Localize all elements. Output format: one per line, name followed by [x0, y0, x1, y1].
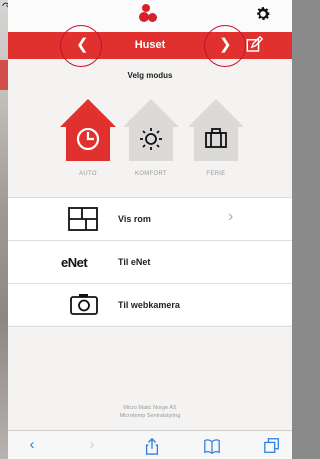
edit-icon[interactable]	[245, 36, 263, 54]
chevron-right-icon: ›	[228, 208, 234, 225]
tabs-icon[interactable]	[262, 437, 282, 455]
menu-list: Vis rom › eNet Til eNet Til webkamera	[8, 197, 292, 327]
forward-icon[interactable]: ›	[82, 437, 102, 455]
brand-logo	[139, 4, 159, 24]
mode-komfort-button[interactable]: KOMFORT	[123, 99, 179, 177]
enet-logo-icon: eNet	[61, 255, 88, 270]
menu-item-webkamera[interactable]: Til webkamera	[8, 284, 292, 326]
top-bar	[8, 0, 292, 32]
back-icon[interactable]: ‹	[22, 437, 42, 455]
menu-item-enet[interactable]: eNet Til eNet	[8, 241, 292, 283]
house-shape	[123, 99, 179, 161]
mode-label: FERIE	[206, 171, 226, 177]
menu-item-vis-rom[interactable]: Vis rom ›	[8, 198, 292, 240]
mode-ferie-button[interactable]: FERIE	[188, 99, 244, 177]
share-icon[interactable]	[142, 437, 162, 455]
bookmarks-icon[interactable]	[202, 437, 222, 455]
menu-item-label: Til eNet	[118, 257, 151, 267]
house-shape	[60, 99, 116, 161]
menu-item-label: Til webkamera	[118, 300, 180, 310]
footer-product: Microtemp Sentralstyring	[119, 413, 181, 419]
mode-title: Velg modus	[127, 71, 173, 80]
gear-icon[interactable]	[254, 5, 272, 23]
header-bar: ❮ Huset ❯	[8, 32, 292, 59]
main-content: Velg modus AUTO KOMFORT FERIE Vis rom › …	[8, 59, 292, 431]
footer-company: Micro Matic Norge AS	[123, 405, 177, 411]
browser-toolbar: ‹ ›	[8, 430, 292, 459]
house-shape	[188, 99, 244, 161]
menu-item-label: Vis rom	[118, 214, 151, 224]
floorplan-icon	[68, 207, 98, 231]
app-screen: ❮ Huset ❯ Velg modus AUTO KOMFORT FERIE …	[8, 0, 292, 459]
mode-auto-button[interactable]: AUTO	[60, 99, 116, 177]
camera-icon	[70, 294, 98, 315]
footer: Micro Matic Norge AS Microtemp Sentralst…	[8, 404, 292, 420]
